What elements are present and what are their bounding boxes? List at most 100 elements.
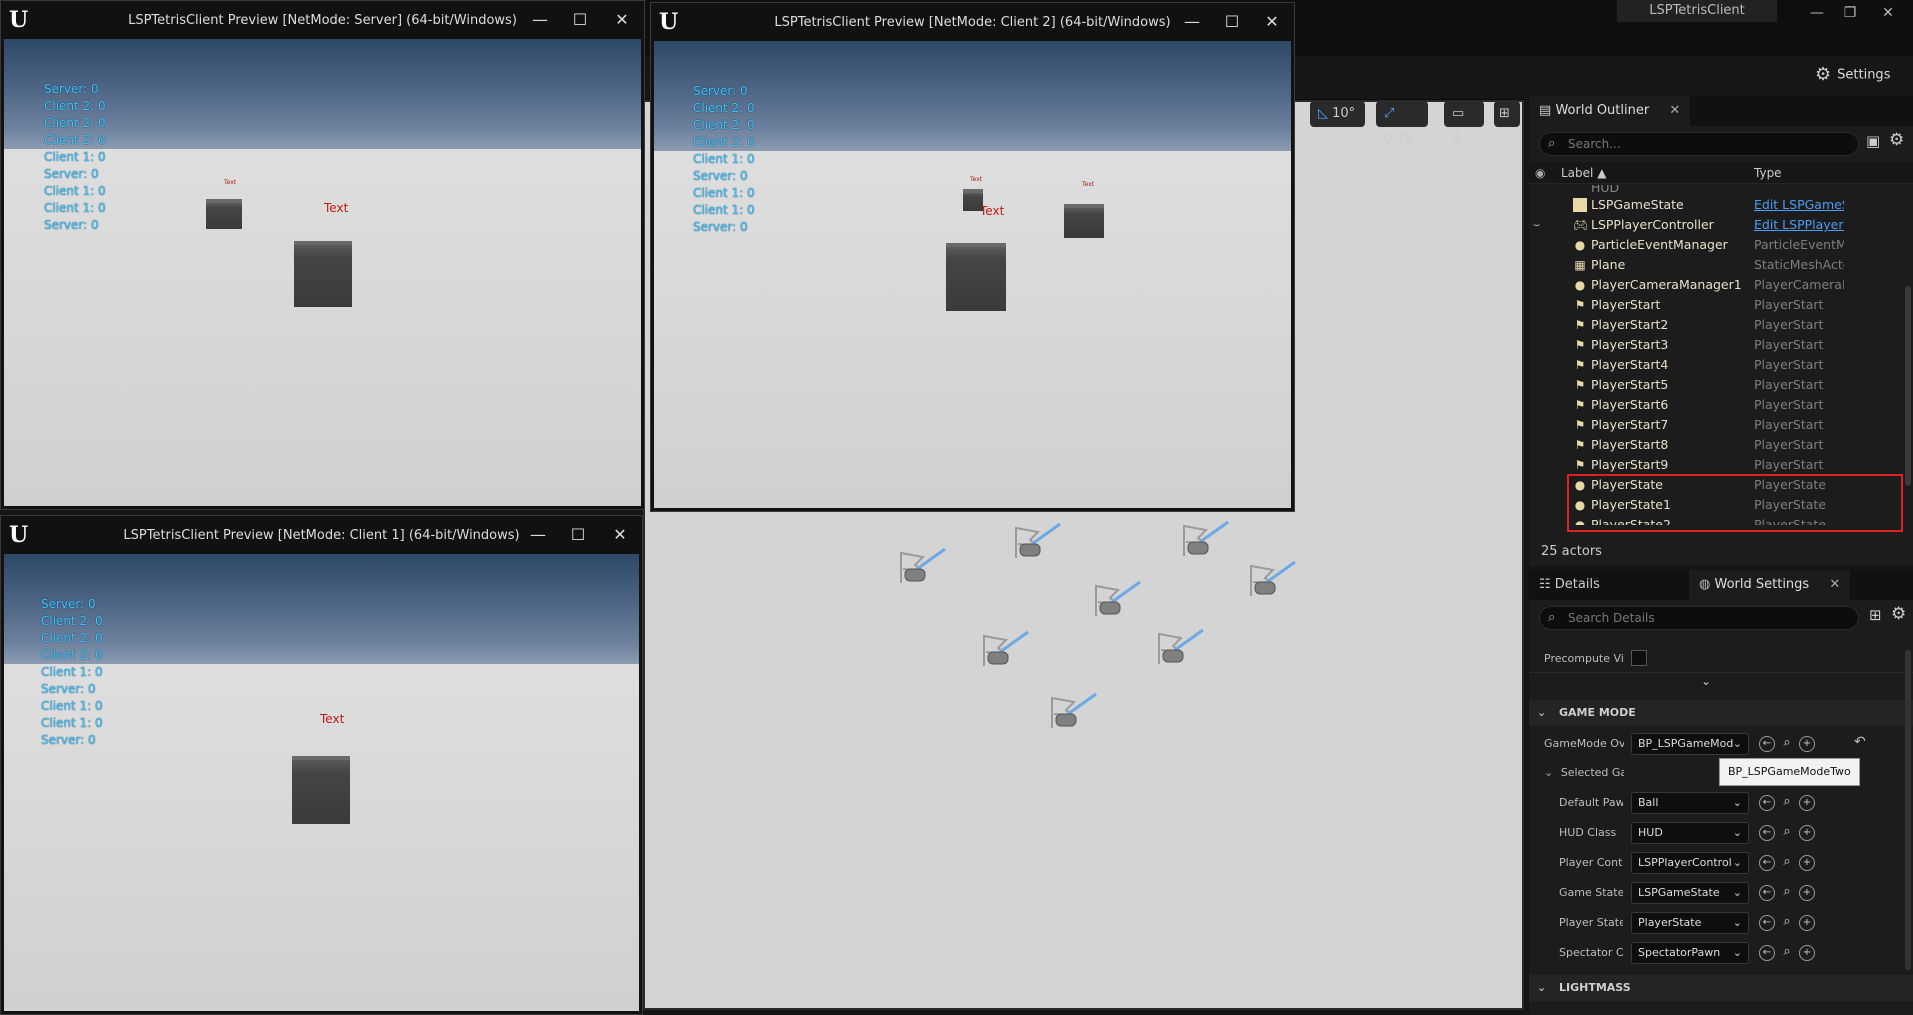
chevron-down-icon[interactable]: ⌄ (1701, 674, 1711, 688)
row-type-link[interactable]: Edit LSPGameS (1754, 195, 1844, 215)
browse-icon[interactable]: ⌕ (1779, 915, 1795, 931)
minimize-icon[interactable]: — (523, 522, 553, 548)
add-icon[interactable]: + (1799, 795, 1815, 811)
pie-viewport[interactable]: Server: 0 Client 2: 0 Client 2: 0 Client… (4, 39, 641, 506)
add-icon[interactable]: + (1799, 885, 1815, 901)
tab-details[interactable]: ☷ Details (1529, 570, 1610, 600)
hud-class-dropdown[interactable]: HUD ⌄ (1631, 822, 1749, 844)
add-icon[interactable]: + (1799, 825, 1815, 841)
close-icon[interactable]: ✕ (1257, 9, 1287, 35)
player-start-icon[interactable] (1153, 626, 1205, 666)
list-item[interactable]: ⚑ PlayerStart7 PlayerStart (1529, 415, 1913, 435)
close-tab-icon[interactable]: ✕ (1669, 103, 1680, 118)
player-state-dropdown[interactable]: PlayerState ⌄ (1631, 912, 1749, 934)
camera-speed-button[interactable]: ▭ 4 (1444, 101, 1484, 147)
use-selected-icon[interactable]: ← (1759, 915, 1775, 931)
player-start-icon[interactable] (1245, 558, 1297, 598)
use-selected-icon[interactable]: ← (1759, 885, 1775, 901)
player-controller-dropdown[interactable]: LSPPlayerControl ⌄ (1631, 852, 1749, 874)
browse-icon[interactable]: ⌕ (1779, 945, 1795, 961)
pie-window-client-2[interactable]: U LSPTetrisClient Preview [NetMode: Clie… (650, 2, 1295, 512)
chevron-icon[interactable]: ⌣ (1533, 215, 1540, 235)
details-search-input[interactable]: ⌕ Search Details (1539, 606, 1859, 630)
add-icon[interactable]: + (1799, 855, 1815, 871)
reset-to-default-icon[interactable]: ↶ (1854, 734, 1866, 750)
pie-window-server[interactable]: U LSPTetrisClient Preview [NetMode: Serv… (0, 0, 645, 510)
browse-icon[interactable]: ⌕ (1779, 795, 1795, 811)
minimize-icon[interactable]: — (525, 7, 555, 33)
player-start-icon[interactable] (1090, 578, 1142, 618)
gear-icon[interactable]: ⚙ (1889, 130, 1904, 150)
close-tab-icon[interactable]: ✕ (1829, 577, 1840, 592)
close-icon[interactable]: ✕ (607, 7, 637, 33)
add-icon[interactable]: + (1799, 736, 1815, 752)
list-item[interactable]: LSPGameState Edit LSPGameS (1529, 195, 1913, 215)
list-item[interactable]: ⚑ PlayerStart4 PlayerStart (1529, 355, 1913, 375)
pie-title-bar[interactable]: U LSPTetrisClient Preview [NetMode: Clie… (651, 3, 1294, 41)
restore-icon[interactable]: ❐ (1830, 0, 1870, 26)
list-item[interactable]: ⌣ 🎮︎ LSPPlayerController Edit LSPPlayerC (1529, 215, 1913, 235)
gear-icon[interactable]: ⚙ (1891, 604, 1906, 624)
pie-viewport[interactable]: Server: 0 Client 2: 0 Client 2: 0 Client… (654, 41, 1291, 508)
list-item[interactable]: ⚑ PlayerStart PlayerStart (1529, 295, 1913, 315)
list-item[interactable]: ⚑ PlayerStart6 PlayerStart (1529, 395, 1913, 415)
browse-icon[interactable]: ⌕ (1779, 825, 1795, 841)
angle-snap-button[interactable]: ◺ 10° (1310, 101, 1365, 127)
default-pawn-dropdown[interactable]: Ball ⌄ (1631, 792, 1749, 814)
pie-title-bar[interactable]: U LSPTetrisClient Preview [NetMode: Serv… (1, 1, 644, 39)
pie-title-bar[interactable]: U LSPTetrisClient Preview [NetMode: Clie… (1, 516, 642, 554)
spectator-class-dropdown[interactable]: SpectatorPawn ⌄ (1631, 942, 1749, 964)
tab-world-outliner[interactable]: ▤ World Outliner ✕ (1529, 96, 1691, 126)
minimize-icon[interactable]: — (1177, 9, 1207, 35)
browse-icon[interactable]: ⌕ (1779, 736, 1795, 752)
list-item[interactable]: ⚑ PlayerStart9 PlayerStart (1529, 455, 1913, 475)
close-icon[interactable]: ✕ (1868, 0, 1908, 26)
outliner-search-input[interactable]: ⌕ Search... (1539, 132, 1859, 156)
category-lightmass[interactable]: ⌄ LIGHTMASS (1529, 975, 1913, 1001)
add-icon[interactable]: + (1799, 945, 1815, 961)
list-item[interactable]: ⚑ PlayerStart5 PlayerStart (1529, 375, 1913, 395)
outliner-scrollbar[interactable] (1905, 286, 1911, 486)
use-selected-icon[interactable]: ← (1759, 855, 1775, 871)
list-item[interactable]: ● ParticleEventManager ParticleEventMa (1529, 235, 1913, 255)
use-selected-icon[interactable]: ← (1759, 945, 1775, 961)
selected-gamemode-row[interactable]: ⌄ Selected Ga (1544, 766, 1624, 779)
precompute-checkbox[interactable] (1631, 650, 1647, 666)
category-game-mode[interactable]: ⌄ GAME MODE (1529, 700, 1913, 726)
pie-window-client-1[interactable]: U LSPTetrisClient Preview [NetMode: Clie… (0, 515, 643, 1015)
close-icon[interactable]: ✕ (605, 522, 635, 548)
maximize-icon[interactable]: ☐ (1217, 9, 1247, 35)
add-icon[interactable]: + (1799, 915, 1815, 931)
player-start-icon[interactable] (895, 545, 947, 585)
scale-snap-button[interactable]: ⤢ 0.25 (1376, 101, 1428, 147)
visibility-eye-icon[interactable]: ◉ (1535, 162, 1545, 184)
pie-viewport[interactable]: Server: 0 Client 2: 0 Client 2: 0 Client… (4, 554, 639, 1011)
list-item[interactable]: ⚑ PlayerStart3 PlayerStart (1529, 335, 1913, 355)
maximize-icon[interactable]: ☐ (565, 7, 595, 33)
settings-button[interactable]: ⚙ Settings (1815, 62, 1890, 88)
browse-icon[interactable]: ⌕ (1779, 885, 1795, 901)
maximize-icon[interactable]: ☐ (563, 522, 593, 548)
player-start-icon[interactable] (1010, 520, 1062, 560)
player-start-icon[interactable] (1178, 518, 1230, 558)
list-item[interactable]: ▦ Plane StaticMeshActo (1529, 255, 1913, 275)
use-selected-icon[interactable]: ← (1759, 825, 1775, 841)
column-type[interactable]: Type (1754, 162, 1782, 184)
use-selected-icon[interactable]: ← (1759, 736, 1775, 752)
details-scrollbar[interactable] (1905, 650, 1911, 970)
list-item[interactable]: ● PlayerCameraManager1 PlayerCameraM (1529, 275, 1913, 295)
column-label[interactable]: Label ▲ (1561, 162, 1606, 184)
row-type-link[interactable]: Edit LSPPlayerC (1754, 215, 1844, 235)
table-view-icon[interactable]: ⊞ (1869, 606, 1882, 624)
use-selected-icon[interactable]: ← (1759, 795, 1775, 811)
tab-world-settings[interactable]: ◍ World Settings ✕ (1689, 570, 1851, 600)
gamemode-override-dropdown[interactable]: BP_LSPGameMod ⌄ (1631, 733, 1749, 755)
browse-icon[interactable]: ⌕ (1779, 855, 1795, 871)
list-item[interactable]: ⚑ PlayerStart2 PlayerStart (1529, 315, 1913, 335)
game-state-dropdown[interactable]: LSPGameState ⌄ (1631, 882, 1749, 904)
player-start-icon[interactable] (978, 628, 1030, 668)
list-item[interactable]: ⚑ PlayerStart8 PlayerStart (1529, 435, 1913, 455)
add-folder-icon[interactable]: ▣ (1866, 132, 1880, 150)
player-start-icon[interactable] (1046, 690, 1098, 730)
viewport-layout-button[interactable]: ⊞ (1494, 101, 1520, 127)
